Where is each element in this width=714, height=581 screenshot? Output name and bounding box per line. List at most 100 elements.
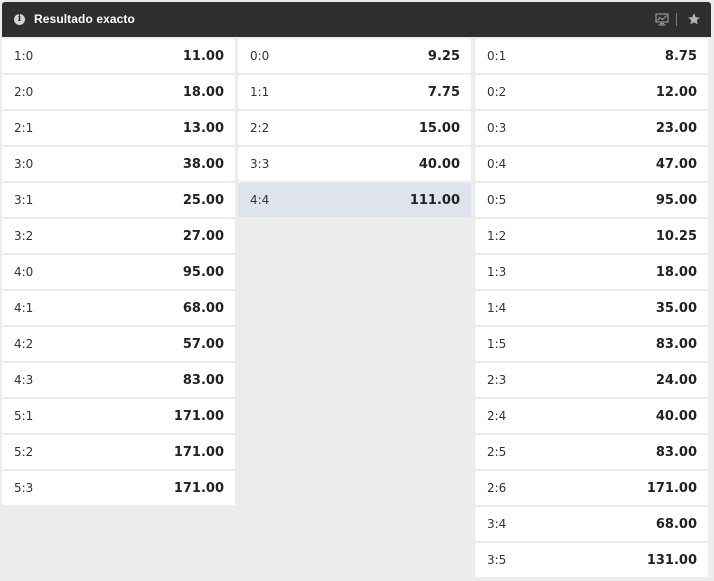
score-label: 2:6 (487, 481, 507, 495)
score-label: 3:3 (250, 157, 270, 171)
odds-value: 18.00 (655, 264, 697, 280)
score-label: 5:1 (14, 409, 34, 423)
odds-row[interactable]: 3:5 131.00 (475, 543, 708, 577)
score-label: 2:1 (14, 121, 34, 135)
score-label: 2:5 (487, 445, 507, 459)
odds-column-away: 0:1 8.75 0:2 12.00 0:3 23.00 0:4 47.00 0:5 95… (475, 39, 708, 579)
odds-row[interactable]: 1:2 10.25 (475, 219, 708, 253)
odds-value: 171.00 (646, 480, 697, 496)
odds-row[interactable]: 4:3 83.00 (2, 363, 235, 397)
score-label: 3:0 (14, 157, 34, 171)
info-icon[interactable]: i (14, 14, 25, 25)
odds-row[interactable]: 2:5 83.00 (475, 435, 708, 469)
score-label: 0:1 (487, 49, 507, 63)
odds-row[interactable]: 0:4 47.00 (475, 147, 708, 181)
odds-row[interactable]: 0:3 23.00 (475, 111, 708, 145)
score-label: 0:0 (250, 49, 270, 63)
odds-value: 10.25 (655, 228, 697, 244)
odds-row[interactable]: 0:0 9.25 (238, 39, 471, 73)
odds-row[interactable]: 2:4 40.00 (475, 399, 708, 433)
odds-row[interactable]: 2:1 13.00 (2, 111, 235, 145)
odds-value: 12.00 (655, 84, 697, 100)
odds-row[interactable]: 3:1 25.00 (2, 183, 235, 217)
score-label: 1:1 (250, 85, 270, 99)
star-icon[interactable] (686, 11, 702, 27)
odds-value: 57.00 (182, 336, 224, 352)
odds-value: 40.00 (655, 408, 697, 424)
score-label: 4:2 (14, 337, 34, 351)
odds-row[interactable]: 3:2 27.00 (2, 219, 235, 253)
score-label: 0:2 (487, 85, 507, 99)
odds-value: 171.00 (173, 480, 224, 496)
odds-value: 68.00 (655, 516, 697, 532)
odds-row[interactable]: 1:5 83.00 (475, 327, 708, 361)
odds-row[interactable]: 4:1 68.00 (2, 291, 235, 325)
odds-value: 38.00 (182, 156, 224, 172)
score-label: 2:0 (14, 85, 34, 99)
odds-value: 68.00 (182, 300, 224, 316)
score-label: 2:3 (487, 373, 507, 387)
odds-row[interactable]: 2:2 15.00 (238, 111, 471, 145)
score-label: 0:5 (487, 193, 507, 207)
odds-value: 27.00 (182, 228, 224, 244)
odds-value: 23.00 (655, 120, 697, 136)
odds-row[interactable]: 1:4 35.00 (475, 291, 708, 325)
odds-value: 15.00 (418, 120, 460, 136)
odds-row[interactable]: 4:0 95.00 (2, 255, 235, 289)
score-label: 4:3 (14, 373, 34, 387)
score-label: 0:4 (487, 157, 507, 171)
odds-value: 18.00 (182, 84, 224, 100)
score-label: 1:4 (487, 301, 507, 315)
odds-row[interactable]: 1:3 18.00 (475, 255, 708, 289)
odds-value: 171.00 (173, 408, 224, 424)
odds-value: 83.00 (182, 372, 224, 388)
odds-row[interactable]: 5:1 171.00 (2, 399, 235, 433)
score-label: 0:3 (487, 121, 507, 135)
score-label: 1:0 (14, 49, 34, 63)
odds-column-home: 1:0 11.00 2:0 18.00 2:1 13.00 3:0 38.00 3:1 2… (2, 39, 235, 507)
odds-row[interactable]: 4:2 57.00 (2, 327, 235, 361)
score-label: 1:3 (487, 265, 507, 279)
odds-row[interactable]: 0:5 95.00 (475, 183, 708, 217)
score-label: 4:1 (14, 301, 34, 315)
score-label: 1:2 (487, 229, 507, 243)
odds-value: 111.00 (409, 192, 460, 208)
odds-row[interactable]: 5:2 171.00 (2, 435, 235, 469)
odds-value: 83.00 (655, 444, 697, 460)
odds-row[interactable]: 3:4 68.00 (475, 507, 708, 541)
odds-value: 171.00 (173, 444, 224, 460)
stats-monitor-icon[interactable] (654, 11, 670, 27)
odds-value: 47.00 (655, 156, 697, 172)
score-label: 5:2 (14, 445, 34, 459)
odds-row[interactable]: 2:3 24.00 (475, 363, 708, 397)
score-label: 2:2 (250, 121, 270, 135)
odds-value: 95.00 (182, 264, 224, 280)
odds-value: 24.00 (655, 372, 697, 388)
odds-value: 8.75 (664, 48, 697, 64)
odds-row[interactable]: 0:2 12.00 (475, 75, 708, 109)
score-label: 3:2 (14, 229, 34, 243)
odds-row[interactable]: 3:0 38.00 (2, 147, 235, 181)
header-divider (676, 13, 677, 26)
odds-value: 35.00 (655, 300, 697, 316)
odds-row[interactable]: 5:3 171.00 (2, 471, 235, 505)
odds-value: 25.00 (182, 192, 224, 208)
score-label: 4:4 (250, 193, 270, 207)
score-label: 3:5 (487, 553, 507, 567)
odds-row[interactable]: 2:6 171.00 (475, 471, 708, 505)
odds-value: 40.00 (418, 156, 460, 172)
odds-row[interactable]: 3:3 40.00 (238, 147, 471, 181)
odds-value: 95.00 (655, 192, 697, 208)
score-label: 4:0 (14, 265, 34, 279)
odds-row[interactable]: 2:0 18.00 (2, 75, 235, 109)
score-label: 5:3 (14, 481, 34, 495)
odds-row[interactable]: 1:0 11.00 (2, 39, 235, 73)
odds-row[interactable]: 1:1 7.75 (238, 75, 471, 109)
odds-value: 7.75 (427, 84, 460, 100)
odds-value: 13.00 (182, 120, 224, 136)
odds-value: 9.25 (427, 48, 460, 64)
odds-value: 83.00 (655, 336, 697, 352)
score-label: 3:4 (487, 517, 507, 531)
odds-row[interactable]: 0:1 8.75 (475, 39, 708, 73)
odds-row-selected[interactable]: 4:4 111.00 (238, 183, 471, 217)
